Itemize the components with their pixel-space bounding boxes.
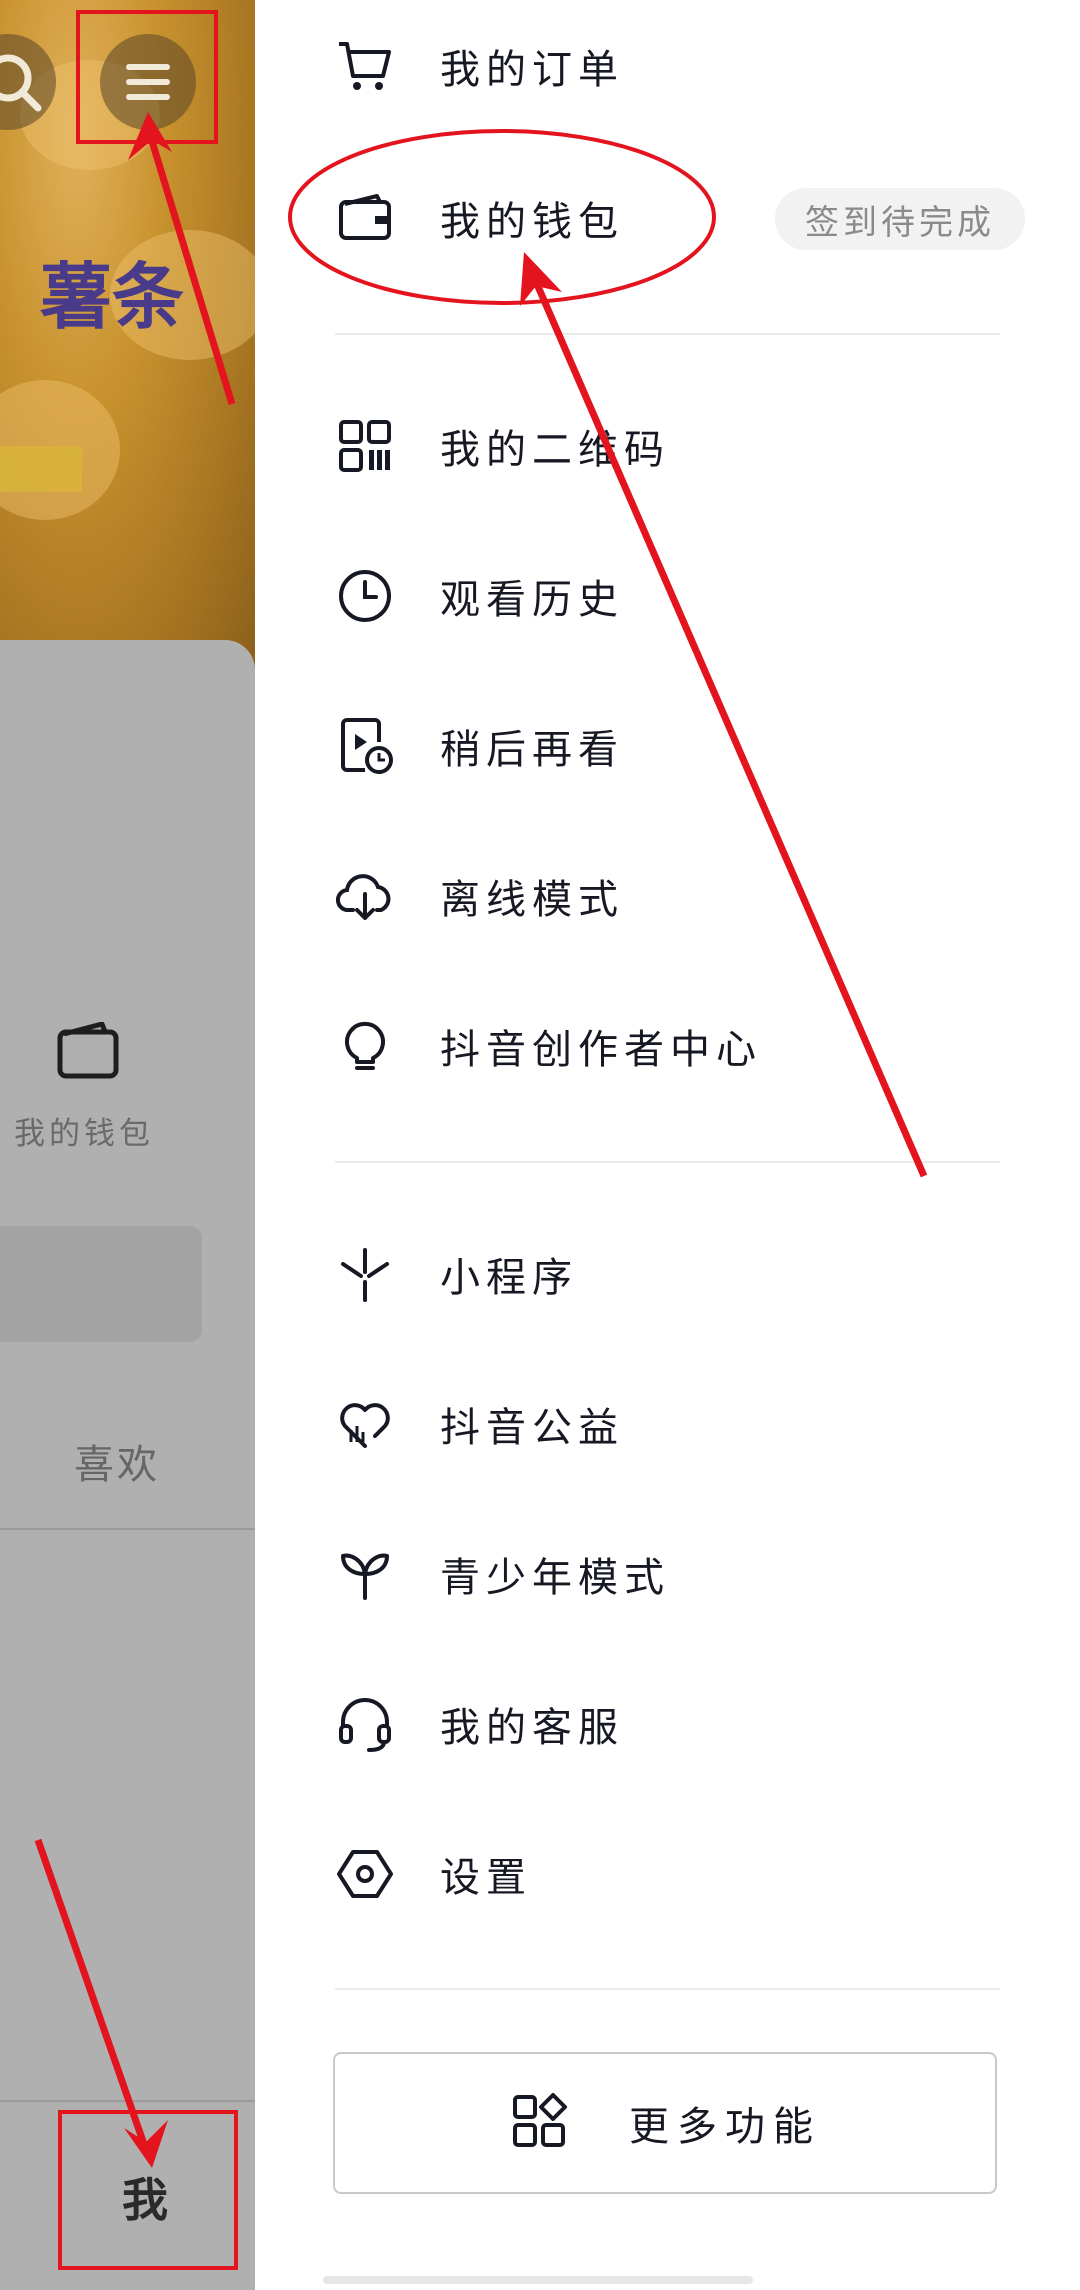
settings-hex-icon xyxy=(335,1844,395,1904)
menu-item-mini-programs[interactable]: 小程序 xyxy=(335,1224,1035,1324)
headset-icon xyxy=(335,1694,395,1754)
menu-item-settings[interactable]: 设置 xyxy=(335,1824,1035,1924)
checkin-pending-badge[interactable]: 签到待完成 xyxy=(775,188,1025,250)
section-divider xyxy=(335,1161,1000,1163)
cloud-download-icon xyxy=(335,866,395,926)
menu-item-watch-history[interactable]: 观看历史 xyxy=(335,546,1035,646)
cart-icon xyxy=(335,36,395,96)
menu-item-teen-mode[interactable]: 青少年模式 xyxy=(335,1524,1035,1624)
lightbulb-icon xyxy=(335,1016,395,1076)
search-icon xyxy=(0,54,42,112)
menu-item-orders[interactable]: 我的订单 xyxy=(335,16,1035,116)
menu-item-label: 我的客服 xyxy=(440,1705,624,1751)
menu-item-label: 观看历史 xyxy=(440,577,624,623)
menu-item-offline-mode[interactable]: 离线模式 xyxy=(335,846,1035,946)
profile-nickname: 薯条 xyxy=(40,255,185,339)
menu-item-charity[interactable]: 抖音公益 xyxy=(335,1374,1035,1474)
menu-button[interactable] xyxy=(100,34,196,130)
wallet-icon xyxy=(57,1022,119,1079)
menu-item-label: 我的二维码 xyxy=(440,427,670,473)
menu-item-qrcode[interactable]: 我的二维码 xyxy=(335,396,1035,496)
tab-divider xyxy=(0,1528,255,1530)
menu-item-customer-service[interactable]: 我的客服 xyxy=(335,1674,1035,1774)
mini-program-icon xyxy=(335,1244,395,1304)
wallet-shortcut-label[interactable]: 我的钱包 xyxy=(14,1108,154,1153)
side-drawer-menu: 我的订单 我的钱包 签到待完成 我的二维码 观看历史 稍后再看 离线模式 抖音创… xyxy=(255,0,1080,2290)
bottom-nav-divider xyxy=(0,2100,255,2102)
home-indicator xyxy=(323,2276,753,2284)
menu-item-label: 抖音公益 xyxy=(440,1405,624,1451)
menu-item-watch-later[interactable]: 稍后再看 xyxy=(335,696,1035,796)
search-button[interactable] xyxy=(0,34,56,130)
section-divider xyxy=(335,333,1000,335)
profile-page-dimmed: 薯条 我的钱包 朋友 喜欢 我 xyxy=(0,0,255,2290)
menu-item-label: 抖音创作者中心 xyxy=(440,1027,762,1073)
sprout-icon xyxy=(335,1544,395,1604)
friends-label: 朋友 xyxy=(0,1252,60,1384)
tab-likes[interactable]: 喜欢 xyxy=(74,1432,160,1490)
qrcode-icon xyxy=(335,416,395,476)
menu-item-label: 我的钱包 xyxy=(440,199,624,245)
more-features-label: 更多功能 xyxy=(629,2104,821,2150)
section-divider xyxy=(335,1988,1000,1990)
apps-icon xyxy=(509,2091,569,2155)
menu-item-creator-center[interactable]: 抖音创作者中心 xyxy=(335,996,1035,1096)
menu-item-label: 稍后再看 xyxy=(440,727,624,773)
heart-charity-icon xyxy=(335,1394,395,1454)
more-features-button[interactable]: 更多功能 xyxy=(333,2052,997,2194)
menu-item-label: 小程序 xyxy=(440,1255,578,1301)
wallet-icon xyxy=(335,188,395,248)
bottom-tab-me[interactable]: 我 xyxy=(122,2164,168,2230)
menu-item-label: 离线模式 xyxy=(440,877,624,923)
profile-info-bar xyxy=(0,446,82,492)
watch-later-icon xyxy=(335,716,395,776)
menu-item-label: 青少年模式 xyxy=(440,1555,670,1601)
menu-item-label: 我的订单 xyxy=(440,47,624,93)
menu-item-label: 设置 xyxy=(440,1855,532,1901)
clock-icon xyxy=(335,566,395,626)
